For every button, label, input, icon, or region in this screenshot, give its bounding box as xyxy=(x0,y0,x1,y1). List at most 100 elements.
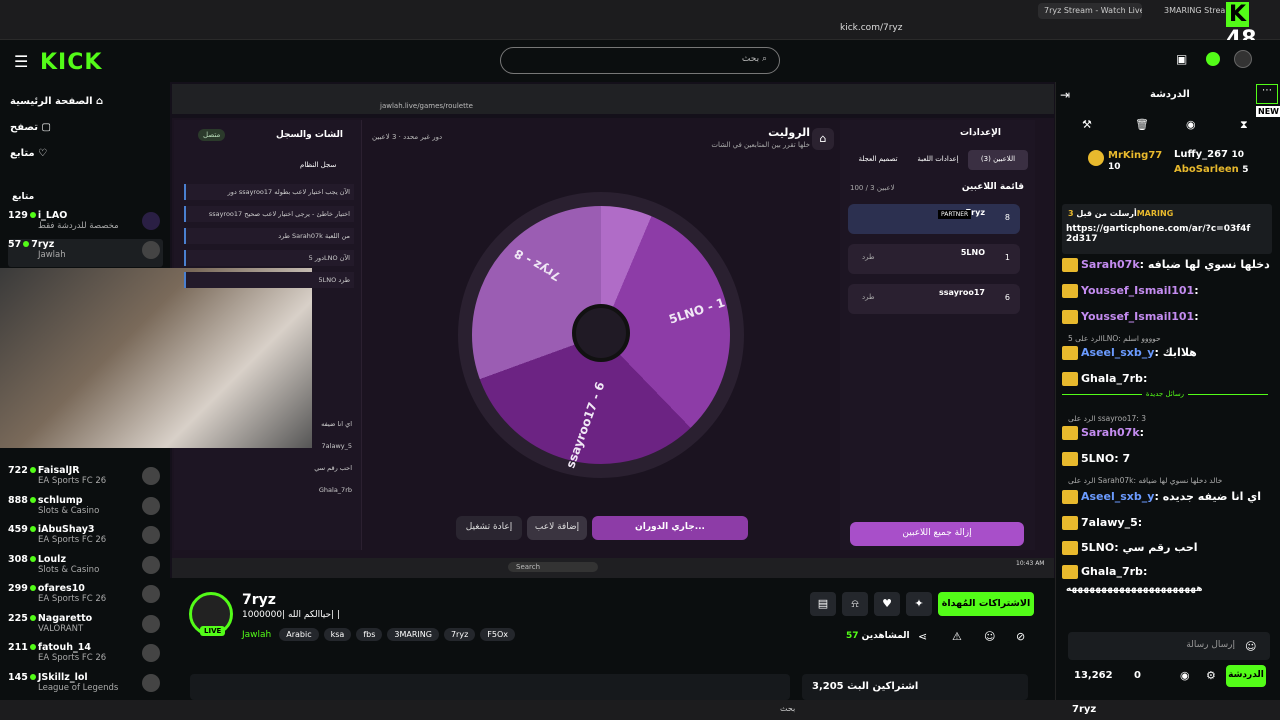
crown-icon xyxy=(1062,346,1078,360)
chat-icon[interactable]: ◉ xyxy=(1180,669,1190,682)
share-icon[interactable]: ⋖ xyxy=(918,630,927,643)
chat-title: الدردشة xyxy=(1150,89,1190,100)
kick-logo[interactable]: KICK xyxy=(40,50,102,75)
small-chat-line: احب رقم سي xyxy=(314,464,352,472)
top-gifter-badge xyxy=(1088,150,1104,166)
pinned-header: أرسلت من قبل 3MARING xyxy=(1068,209,1174,218)
gear-icon[interactable]: ⚙ xyxy=(1206,669,1216,682)
tab-active[interactable]: 7ryz Stream - Watch Live on Kick xyxy=(1038,3,1142,19)
home-icon[interactable]: ⌂ xyxy=(812,128,834,150)
os-search[interactable]: بحث xyxy=(780,704,795,713)
nav-home[interactable]: ⌂ الصفحة الرئيسية xyxy=(10,96,160,116)
tab-players[interactable]: اللاعبين (3) xyxy=(968,150,1028,170)
chat-username[interactable]: Ghala_7rb xyxy=(1081,372,1143,385)
chat-text: هلاابك xyxy=(1162,346,1197,359)
tag[interactable]: Arabic xyxy=(279,628,319,641)
crown-icon xyxy=(1062,452,1078,466)
sparkle-icon[interactable]: ✦ xyxy=(906,592,932,616)
chat-username[interactable]: Youssef_Ismail101 xyxy=(1081,310,1194,323)
mod-icon[interactable]: ⚒ xyxy=(1082,118,1092,131)
tab-wheel-design[interactable]: تصميم العجلة xyxy=(848,150,908,170)
add-player-button[interactable]: إضافة لاعب xyxy=(527,516,587,540)
restart-button[interactable]: إعادة تشغيل xyxy=(456,516,522,540)
small-chat-line: 7alawy_5 xyxy=(321,442,352,450)
small-chat-line: Ghala_7rb xyxy=(318,486,352,494)
chat-icon[interactable]: ◉ xyxy=(1186,118,1196,131)
chat-username[interactable]: Youssef_Ismail101 xyxy=(1081,284,1194,297)
avatar xyxy=(142,673,160,692)
mute-icon[interactable]: ⊘ xyxy=(1016,630,1025,643)
chat-text: خالد دخلها نسوي لها ضيافه xyxy=(1147,258,1274,271)
taskbar-search[interactable]: Search xyxy=(508,562,598,572)
tag[interactable]: ksa xyxy=(323,628,352,641)
sidebar-channel[interactable]: 145 JSkillz_lol League of Legends xyxy=(8,672,163,700)
emoji-icon[interactable]: ☺ xyxy=(1245,640,1256,653)
nav-following[interactable]: ♡ متابع xyxy=(10,148,160,168)
address-bar[interactable]: kick.com/7ryz xyxy=(840,23,902,33)
gift-icon[interactable]: ▣ xyxy=(1176,52,1187,66)
tab-2[interactable]: 3MARING Stream - Watc xyxy=(1158,3,1228,19)
log-entry: 5LNO طرد xyxy=(184,272,354,288)
sidebar-channel[interactable]: 299 ofares10 EA Sports FC 26 xyxy=(8,583,163,611)
chat-message: Sarah07k: xyxy=(1062,426,1274,448)
home-icon: ⌂ xyxy=(96,96,104,107)
chat-username[interactable]: Aseel_sxb_y xyxy=(1081,490,1154,503)
report-icon[interactable]: ⚠ xyxy=(952,630,962,643)
tab-game-settings[interactable]: إعدادات اللعبة xyxy=(908,150,968,170)
tag[interactable]: 7ryz xyxy=(443,628,476,641)
chat-username[interactable]: 7alawy_5 xyxy=(1081,516,1138,529)
spin-button[interactable]: جاري الدوران... xyxy=(592,516,748,540)
channel-name[interactable]: 7ryz xyxy=(242,592,276,608)
clip-icon[interactable]: ▤ xyxy=(810,592,836,616)
send-button[interactable]: الدردشة xyxy=(1226,665,1266,687)
reply-context: الرد على Sarah07k: خالد دخلها نسوي لها ض… xyxy=(1068,476,1223,485)
nav-browse[interactable]: ▢ تصفح xyxy=(10,122,160,142)
pinned-link[interactable]: https://garticphone.com/ar/?c=03f4f2d317 xyxy=(1066,224,1256,244)
crown-icon xyxy=(1062,372,1078,386)
sidebar-channel[interactable]: 459 iAbuShay3 EA Sports FC 26 xyxy=(8,524,163,552)
sidebar-channel[interactable]: 722 FaisalJR EA Sports FC 26 xyxy=(8,465,163,493)
sidebar-channel[interactable]: 129 i_LAO مخصصة للدردشة فقط xyxy=(8,210,163,238)
inner-url: jawlah.live/games/roulette xyxy=(380,102,473,110)
player-row[interactable]: 7ryz 8 PARTNER xyxy=(848,204,1020,234)
tag[interactable]: fbs xyxy=(356,628,383,641)
timer-icon[interactable]: ⧗ xyxy=(1240,118,1248,132)
sidebar-channel[interactable]: 225 Nagaretto VALORANT xyxy=(8,613,163,641)
chat-username[interactable]: Ghala_7rb xyxy=(1081,565,1143,578)
player-row[interactable]: 5LNO 1 طرد xyxy=(848,244,1020,274)
inner-browser-bar xyxy=(172,84,1054,114)
collapse-icon[interactable]: ⇥ xyxy=(1060,88,1070,102)
search-input[interactable]: بحث ⌕ xyxy=(500,47,780,74)
avatar[interactable] xyxy=(1234,50,1252,68)
sidebar-channel[interactable]: 211 fatouh_14 EA Sports FC 26 xyxy=(8,642,163,670)
chat-input[interactable]: إرسال رسالة xyxy=(1068,632,1270,660)
bell-icon[interactable]: ⍾ xyxy=(842,592,868,616)
crown-icon xyxy=(1062,565,1078,579)
tag[interactable]: F5Ox xyxy=(480,628,516,641)
category-link[interactable]: Jawlah xyxy=(242,630,271,640)
gift-subs-button[interactable]: الاشتراكات المُهداة xyxy=(938,592,1034,616)
chat-username[interactable]: 5LNO xyxy=(1081,541,1114,554)
sidebar-channel[interactable]: 308 Loulz Slots & Casino xyxy=(8,554,163,582)
browse-icon: ▢ xyxy=(41,122,51,133)
menu-icon[interactable]: ☰ xyxy=(14,52,28,71)
reply-context: الرد على ssayroo17: 3 xyxy=(1068,414,1147,423)
small-chat-line: اي انا ضيفه xyxy=(321,420,352,428)
chat-username[interactable]: Sarah07k xyxy=(1081,258,1140,271)
chat-username[interactable]: Aseel_sxb_y xyxy=(1081,346,1154,359)
sidebar-channel[interactable]: 888 schlump Slots & Casino xyxy=(8,495,163,523)
chat-username[interactable]: 5LNO xyxy=(1081,452,1114,465)
tag[interactable]: 3MARING xyxy=(387,628,439,641)
chat-username[interactable]: Sarah07k xyxy=(1081,426,1140,439)
chat-message: 7alawy_5: xyxy=(1062,516,1274,538)
kick-coin-icon[interactable] xyxy=(1206,52,1220,66)
player-row[interactable]: ssayroo17 6 طرد xyxy=(848,284,1020,314)
sidebar-channel-active[interactable]: 57 7ryz Jawlah xyxy=(8,239,163,267)
search-icon: ⌕ xyxy=(761,54,767,64)
more-icon[interactable]: ⋯ xyxy=(1256,84,1278,104)
user-icon[interactable]: ☺ xyxy=(984,630,995,643)
remove-all-button[interactable]: إزالة جميع اللاعبين xyxy=(850,522,1024,546)
top-gifter: Luffy_267 10 xyxy=(1174,149,1244,160)
heart-icon[interactable]: ♥ xyxy=(874,592,900,616)
trash-icon[interactable]: 🗑 xyxy=(1135,118,1149,131)
